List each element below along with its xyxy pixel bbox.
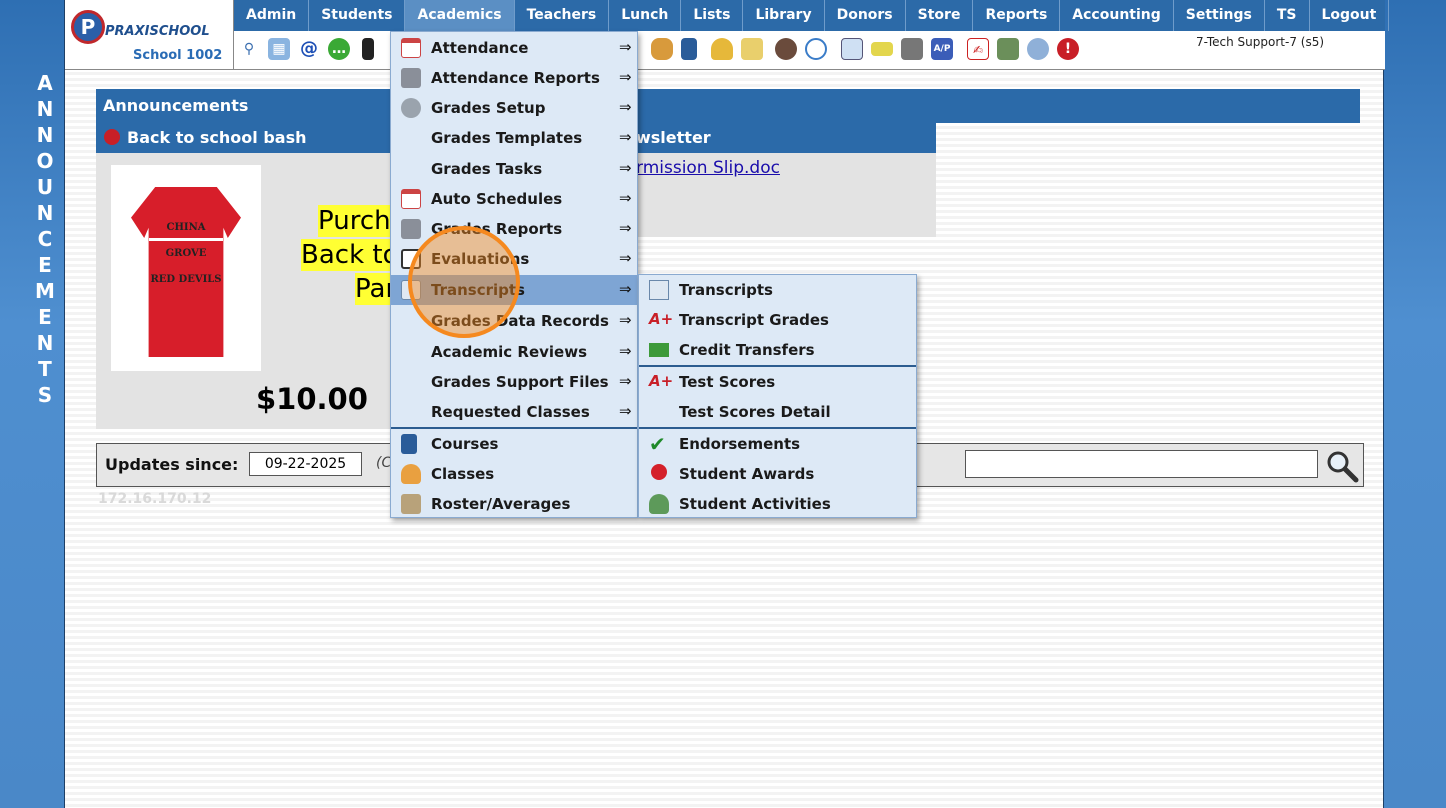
transcripts-submenu: Transcripts A+ Transcript Grades Credit … <box>638 274 917 518</box>
menu-academics[interactable]: Academics <box>405 0 515 31</box>
alert-icon[interactable]: ! <box>1057 38 1079 60</box>
menu-store[interactable]: Store <box>906 0 974 31</box>
logo-mark-icon: P <box>71 10 105 44</box>
arrow-note-icon[interactable] <box>741 38 763 60</box>
menu-item-attendance-reports[interactable]: Attendance Reports ⇒ <box>391 63 637 93</box>
tshirt-stripe <box>149 238 223 241</box>
menu-item-grades-support-files[interactable]: Grades Support Files ⇒ <box>391 367 637 397</box>
printer-icon[interactable] <box>901 38 923 60</box>
menu-ts[interactable]: TS <box>1265 0 1310 31</box>
burger-icon[interactable] <box>651 38 673 60</box>
menu-students[interactable]: Students <box>309 0 406 31</box>
menu-lists[interactable]: Lists <box>681 0 744 31</box>
clock-icon[interactable] <box>805 38 827 60</box>
pushpin-icon <box>104 129 120 145</box>
click-highlight-ring <box>408 226 520 338</box>
permission-slip-link[interactable]: rmission Slip.doc <box>636 158 780 178</box>
announcement-title: Back to school bash <box>127 128 307 147</box>
gear-icon <box>401 98 421 118</box>
logo[interactable]: P PRAXISCHOOL School 1002 <box>65 0 234 70</box>
menu-item-roster-averages[interactable]: Roster/Averages <box>391 489 637 519</box>
checkmark-icon: ✔ <box>649 432 666 456</box>
people-icon <box>649 494 669 514</box>
printer-icon <box>401 68 421 88</box>
menu-item-classes[interactable]: Classes <box>391 459 637 489</box>
promo-line-2: Back to <box>301 239 399 271</box>
menu-teachers[interactable]: Teachers <box>515 0 610 31</box>
a-plus-icon: A+ <box>649 310 674 328</box>
search-icon[interactable] <box>1325 449 1359 483</box>
scroll-icon <box>649 280 669 300</box>
submenu-item-transcript-grades[interactable]: A+ Transcript Grades <box>639 305 916 335</box>
search-icon[interactable]: ⚲ <box>238 38 260 60</box>
announcements-header: Announcements <box>96 89 1360 123</box>
school-name: School 1002 <box>133 48 223 63</box>
menu-donors[interactable]: Donors <box>825 0 906 31</box>
menu-item-courses[interactable]: Courses <box>391 429 637 459</box>
roster-icon <box>401 494 421 514</box>
menu-item-academic-reviews[interactable]: Academic Reviews ⇒ <box>391 337 637 367</box>
book-icon[interactable] <box>681 38 697 60</box>
bell-icon[interactable] <box>711 38 733 60</box>
email-icon[interactable]: @ <box>298 38 320 60</box>
calendar-grid-icon[interactable]: ▦ <box>268 38 290 60</box>
updates-note: (C <box>376 455 392 471</box>
submenu-item-test-scores-detail[interactable]: Test Scores Detail <box>639 397 916 427</box>
current-user: 7-Tech Support-7 (s5) <box>1196 35 1325 49</box>
calendar-icon <box>401 38 421 58</box>
menu-library[interactable]: Library <box>743 0 825 31</box>
logo-brand: PRAXISCHOOL <box>105 24 210 39</box>
search-input[interactable] <box>965 450 1318 478</box>
newsletter-title: wsletter <box>636 128 711 147</box>
menu-item-grades-setup[interactable]: Grades Setup ⇒ <box>391 93 637 123</box>
submenu-item-endorsements[interactable]: ✔ Endorsements <box>639 429 916 459</box>
updates-date-input[interactable]: 09-22-2025 <box>249 452 362 476</box>
tshirt-text: CHINA GROVE RED DEVILS <box>150 222 222 285</box>
award-ribbon-icon <box>651 464 667 480</box>
updates-since-label: Updates since: <box>105 455 239 474</box>
transfer-icon <box>649 343 669 357</box>
submenu-item-student-activities[interactable]: Student Activities <box>639 489 916 519</box>
ticket-icon[interactable] <box>871 42 893 56</box>
announcements-side-label: A N N O U N C E M E N T S <box>35 71 55 407</box>
money-icon[interactable] <box>997 38 1019 60</box>
chat-icon[interactable]: … <box>328 38 350 60</box>
menu-admin[interactable]: Admin <box>234 0 310 31</box>
ap-icon[interactable]: A/P <box>931 38 953 60</box>
calendar-clock-icon <box>401 189 421 209</box>
book-icon <box>401 434 417 454</box>
printer-icon <box>401 219 421 239</box>
submenu-item-transcripts[interactable]: Transcripts <box>639 275 916 305</box>
menu-item-requested-classes[interactable]: Requested Classes ⇒ <box>391 397 637 427</box>
menu-settings[interactable]: Settings <box>1174 0 1265 31</box>
menu-item-auto-schedules[interactable]: Auto Schedules ⇒ <box>391 184 637 214</box>
help-icon[interactable] <box>1027 38 1049 60</box>
list-icon[interactable] <box>841 38 863 60</box>
menu-item-grades-tasks[interactable]: Grades Tasks ⇒ <box>391 154 637 184</box>
tshirt-image: CHINA GROVE RED DEVILS <box>111 165 261 371</box>
teacher-icon[interactable] <box>775 38 797 60</box>
person-icon <box>401 464 421 484</box>
a-plus-icon: A+ <box>649 372 674 390</box>
phone-icon[interactable] <box>362 38 374 60</box>
ip-address: 172.16.170.12 <box>98 491 212 507</box>
menu-logout[interactable]: Logout <box>1310 0 1390 31</box>
menu-accounting[interactable]: Accounting <box>1060 0 1174 31</box>
menu-item-grades-templates[interactable]: Grades Templates ⇒ <box>391 123 637 153</box>
price: $10.00 <box>256 382 368 416</box>
menu-lunch[interactable]: Lunch <box>609 0 682 31</box>
main-menu-bar: Admin Students Academics Teachers Lunch … <box>234 0 1390 31</box>
pdf-icon[interactable]: ✍ <box>967 38 989 60</box>
submenu-item-test-scores[interactable]: A+ Test Scores <box>639 367 916 397</box>
menu-item-attendance[interactable]: Attendance ⇒ <box>391 33 637 63</box>
submenu-item-student-awards[interactable]: Student Awards <box>639 459 916 489</box>
submenu-item-credit-transfers[interactable]: Credit Transfers <box>639 335 916 365</box>
menu-reports[interactable]: Reports <box>973 0 1061 31</box>
